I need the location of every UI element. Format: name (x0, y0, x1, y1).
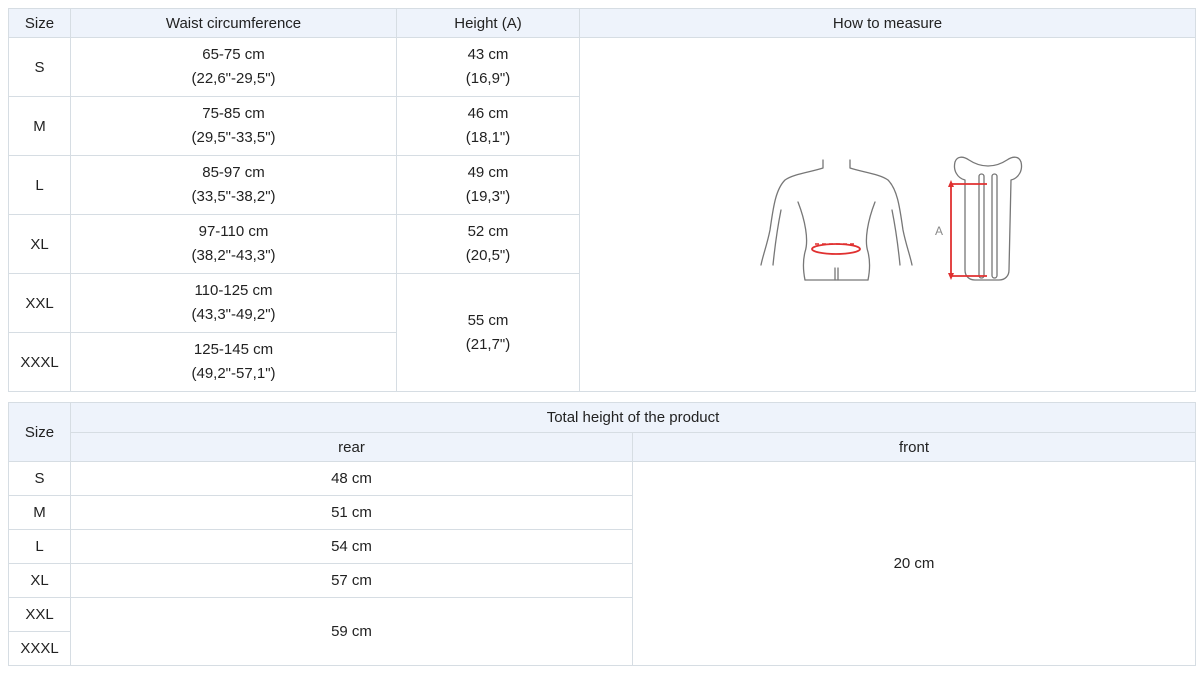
height-cm: 46 cm (467, 105, 509, 122)
size-cell: XL (8, 214, 71, 274)
back-brace-icon (953, 156, 1022, 281)
height-cell: 52 cm (20,5") (396, 214, 580, 274)
height-in: (18,1") (465, 129, 511, 146)
rear-cell-merged: 59 cm (70, 597, 633, 666)
rear-cell: 48 cm (70, 461, 633, 496)
waist-cell: 75-85 cm (29,5"-33,5") (70, 96, 397, 156)
height-in: (16,9") (465, 70, 511, 87)
waist-cell: 110-125 cm (43,3"-49,2") (70, 273, 397, 333)
waist-in: (33,5"-38,2") (191, 188, 276, 205)
size-cell: M (8, 96, 71, 156)
waist-cell: 85-97 cm (33,5"-38,2") (70, 155, 397, 215)
table-row: S 65-75 cm (22,6"-29,5") 43 cm (16,9") A (8, 37, 1196, 392)
measure-header: How to measure (579, 8, 1196, 38)
waist-cell: 125-145 cm (49,2"-57,1") (70, 332, 397, 392)
waist-cell: 65-75 cm (22,6"-29,5") (70, 37, 397, 97)
size-cell: XXXL (8, 332, 71, 392)
waist-measure-mark (810, 242, 861, 255)
waist-cm: 125-145 cm (193, 341, 274, 358)
waist-in: (22,6"-29,5") (191, 70, 276, 87)
height-in: (21,7") (465, 335, 511, 353)
height-cm: 43 cm (467, 46, 509, 63)
waist-cm: 97-110 cm (198, 223, 269, 240)
size-cell: L (8, 529, 71, 564)
total-height-header: Total height of the product (70, 402, 1196, 433)
height-cm: 55 cm (467, 311, 509, 329)
table-row: S 48 cm 20 cm (8, 461, 1196, 666)
height-cell: 46 cm (18,1") (396, 96, 580, 156)
waist-cm: 110-125 cm (194, 282, 273, 299)
front-cell: 20 cm (632, 461, 1196, 666)
size-header: Size (8, 8, 71, 38)
height-cm: 49 cm (467, 164, 509, 181)
size-cell: XL (8, 563, 71, 598)
height-cell: 43 cm (16,9") (396, 37, 580, 97)
size-cell: S (8, 37, 71, 97)
size-cell: XXXL (8, 631, 71, 666)
measure-diagram-cell: A (579, 37, 1196, 392)
product-height-table: Size Total height of the product rear fr… (8, 402, 1196, 666)
height-in: (19,3") (465, 188, 511, 205)
torso-back-icon (759, 158, 913, 281)
size-cell: XXL (8, 273, 71, 333)
waist-cm: 65-75 cm (202, 46, 265, 63)
height-cm: 52 cm (467, 223, 509, 240)
waist-in: (49,2"-57,1") (191, 365, 276, 382)
size-header: Size (8, 402, 71, 462)
waist-in: (43,3"-49,2") (191, 306, 276, 323)
waist-in: (29,5"-33,5") (191, 129, 276, 146)
waist-cell: 97-110 cm (38,2"-43,3") (70, 214, 397, 274)
height-cell-merged: 55 cm (21,7") (396, 273, 580, 392)
rear-cell: 51 cm (70, 495, 633, 530)
height-header: Height (A) (396, 8, 580, 38)
height-cell: 49 cm (19,3") (396, 155, 580, 215)
size-cell: S (8, 461, 71, 496)
size-cell: XXL (8, 597, 71, 632)
height-a-measure (947, 179, 987, 280)
waist-cm: 75-85 cm (202, 105, 265, 122)
height-in: (20,5") (465, 247, 511, 264)
rear-cell: 57 cm (70, 563, 633, 598)
height-a-label: A (934, 224, 942, 238)
measure-diagram: A (759, 156, 1022, 281)
rear-cell: 54 cm (70, 529, 633, 564)
size-table: Size Waist circumference Height (A) How … (8, 8, 1196, 392)
waist-header: Waist circumference (70, 8, 397, 38)
size-cell: M (8, 495, 71, 530)
rear-header: rear (70, 432, 633, 462)
size-cell: L (8, 155, 71, 215)
waist-in: (38,2"-43,3") (191, 247, 276, 264)
front-header: front (632, 432, 1196, 462)
waist-cm: 85-97 cm (202, 164, 265, 181)
